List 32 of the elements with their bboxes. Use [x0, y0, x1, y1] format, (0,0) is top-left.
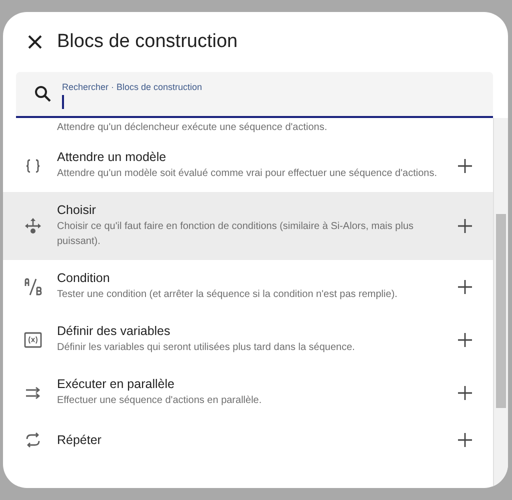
braces-icon: [25, 158, 41, 174]
action-list-item[interactable]: Exécuter en parallèle Effectuer une séquence d'actions en parallèle.: [3, 366, 493, 419]
item-title: Choisir: [57, 203, 97, 217]
search-icon: [34, 85, 52, 103]
add-icon[interactable]: [455, 216, 475, 236]
a-slash-b-icon: [24, 278, 42, 296]
item-title: Répéter: [57, 433, 102, 447]
split-arrows-icon: [24, 217, 42, 235]
text-cursor: [62, 94, 64, 108]
action-list-item[interactable]: Attendre qu'un déclencheur exécute une séquence d'actions.: [3, 118, 493, 139]
item-title: Condition: [57, 271, 111, 285]
repeat-icon: [25, 432, 41, 448]
item-title: Définir des variables: [57, 324, 172, 338]
action-list-item[interactable]: Répéter: [3, 419, 493, 461]
add-icon[interactable]: [455, 430, 475, 450]
parallel-arrows-icon: [25, 386, 41, 400]
item-title: Attendre un modèle: [57, 150, 168, 164]
item-title: Exécuter en parallèle: [57, 377, 176, 391]
item-description: Choisir ce qu'il faut faire en fonction de conditions (similaire à Si-Alors, mais plus puissant).: [57, 220, 415, 249]
item-description: Effectuer une séquence d'actions en parallèle.: [57, 394, 263, 408]
action-list-item[interactable]: Choisir Choisir ce qu'il faut faire en fonction de conditions (similaire à Si-Alors, mais plus puissant).: [3, 192, 493, 260]
item-description: Attendre qu'un modèle soit évalué comme vrai pour effectuer une séquence d'actions.: [57, 167, 438, 181]
scrollbar[interactable]: [493, 118, 508, 488]
variable-icon: [24, 332, 42, 348]
item-description: Attendre qu'un déclencheur exécute une séquence d'actions.: [57, 121, 328, 135]
action-list-item[interactable]: Définir des variables Définir les variables qui seront utilisées plus tard dans la séquence.: [3, 313, 493, 366]
dialog-title: Blocs de construction: [57, 31, 238, 53]
action-list-item[interactable]: Condition Tester une condition (et arrêter la séquence si la condition n'est pas remplie).: [3, 260, 493, 313]
search-field[interactable]: Rechercher · Blocs de construction: [16, 72, 493, 118]
item-description: Définir les variables qui seront utilisées plus tard dans la séquence.: [57, 341, 356, 355]
action-list-item[interactable]: Attendre un modèle Attendre qu'un modèle soit évalué comme vrai pour effectuer une séquence d'actions.: [3, 139, 493, 192]
item-description: Tester une condition (et arrêter la séquence si la condition n'est pas remplie).: [57, 288, 398, 302]
